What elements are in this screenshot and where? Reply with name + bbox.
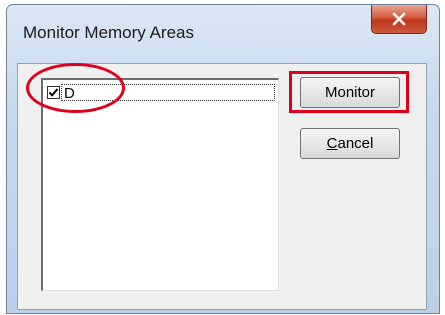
cancel-button[interactable]: Cancel <box>300 128 400 159</box>
dialog-window: Monitor Memory Areas D Monitor Cancel <box>6 4 440 314</box>
close-button[interactable] <box>371 5 427 34</box>
cancel-label-rest: ancel <box>337 135 374 152</box>
window-title: Monitor Memory Areas <box>23 23 194 42</box>
close-icon <box>392 12 406 26</box>
cancel-accelerator: C <box>326 135 338 152</box>
annotation-rectangle <box>289 71 409 113</box>
annotation-ellipse <box>26 63 125 113</box>
